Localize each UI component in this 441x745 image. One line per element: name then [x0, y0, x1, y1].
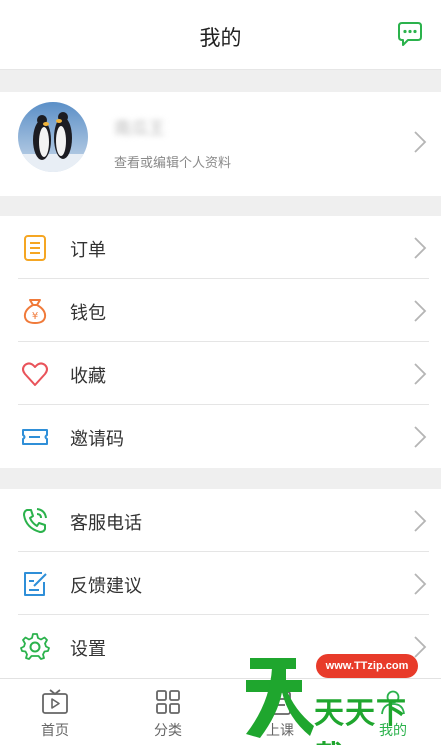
menu-item-label: 客服电话: [70, 513, 142, 534]
money-bag-icon: ¥: [23, 299, 47, 325]
chevron-right-icon: [414, 300, 427, 322]
ticket-icon: [22, 429, 48, 445]
heart-icon: [22, 362, 48, 386]
menu-item-label: 设置: [70, 639, 106, 660]
chevron-right-icon: [414, 636, 427, 658]
chevron-right-icon: [414, 573, 427, 595]
class-icon: [269, 691, 291, 715]
feedback-edit-icon: [24, 572, 47, 596]
chevron-right-icon: [414, 510, 427, 532]
top-bar: 我的: [0, 0, 441, 70]
profile-name: 南瓜王: [114, 119, 165, 139]
chat-bubble-icon[interactable]: [395, 20, 425, 50]
tab-class[interactable]: 上课: [225, 679, 335, 745]
menu-group-support: 客服电话 反馈建议 设置: [0, 489, 441, 678]
tab-label: 上课: [266, 723, 294, 739]
svg-text:¥: ¥: [32, 311, 38, 322]
tab-category[interactable]: 分类: [113, 679, 223, 745]
profile-card[interactable]: 南瓜王 查看或编辑个人资料: [0, 92, 441, 196]
tab-label: 我的: [379, 723, 407, 739]
menu-item-label: 收藏: [70, 366, 106, 387]
menu-item-feedback[interactable]: 反馈建议: [0, 552, 441, 615]
user-icon: [381, 690, 405, 715]
menu-item-label: 反馈建议: [70, 576, 142, 597]
avatar[interactable]: [18, 102, 88, 172]
gear-icon: [20, 633, 50, 660]
chevron-right-icon: [414, 363, 427, 385]
menu-item-favorites[interactable]: 收藏: [0, 342, 441, 405]
tab-label: 分类: [154, 723, 182, 739]
profile-hint: 查看或编辑个人资料: [114, 156, 232, 171]
tab-mine[interactable]: 我的: [338, 679, 441, 745]
grid-icon: [156, 690, 180, 714]
chevron-right-icon: [414, 237, 427, 259]
phone-icon: [23, 508, 47, 533]
menu-group-account: 订单 ¥ 钱包 收藏 邀请码: [0, 216, 441, 468]
bottom-tab-bar: 首页 分类 上课 我的: [0, 678, 441, 745]
tv-play-icon: [42, 689, 68, 714]
menu-item-label: 钱包: [70, 303, 106, 324]
menu-item-label: 订单: [70, 240, 106, 261]
menu-item-settings[interactable]: 设置: [0, 615, 441, 678]
tab-home[interactable]: 首页: [0, 679, 110, 745]
chevron-right-icon: [414, 131, 427, 153]
menu-item-invite-code[interactable]: 邀请码: [0, 405, 441, 468]
tab-label: 首页: [41, 723, 69, 739]
menu-item-label: 邀请码: [70, 429, 124, 450]
order-list-icon: [24, 235, 46, 261]
menu-item-customer-service[interactable]: 客服电话: [0, 489, 441, 552]
page-title: 我的: [199, 26, 242, 50]
chevron-right-icon: [414, 426, 427, 448]
menu-item-wallet[interactable]: ¥ 钱包: [0, 279, 441, 342]
menu-item-orders[interactable]: 订单: [0, 216, 441, 279]
